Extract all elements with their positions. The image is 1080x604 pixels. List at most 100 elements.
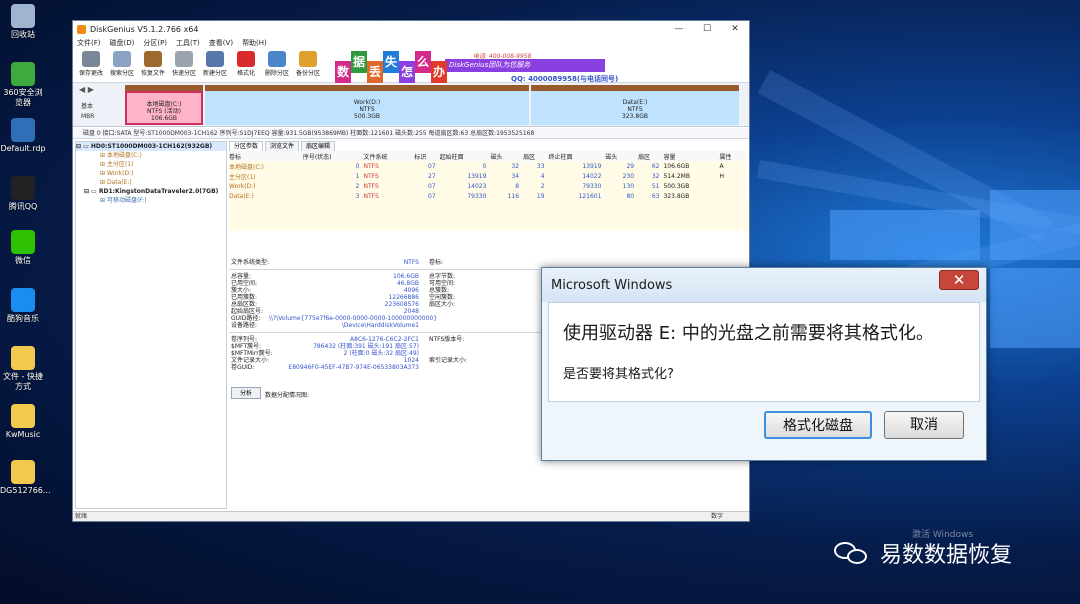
fs-info-v: 4096 (403, 287, 419, 294)
watermark-text: 易数数据恢复 (880, 543, 1013, 568)
table-row[interactable]: 本地磁盘(C:) 0 NTFS 07 0 32 33 13919 29 62 106.6GB A (229, 161, 745, 171)
watermark: 易数数据恢复 (834, 537, 1012, 569)
partition-fs: NTFS (627, 106, 643, 113)
analyze-button[interactable]: 分析 (231, 387, 261, 399)
folder-icon (11, 404, 35, 428)
banner-char: 据 (351, 51, 367, 73)
remote-desktop-icon (11, 118, 35, 142)
wechat-icon (11, 230, 35, 254)
quick-partition-icon (175, 51, 193, 67)
dialog-title: Microsoft Windows (551, 278, 673, 293)
partition-block-d[interactable]: Work(D:) NTFS 500.3GB (205, 85, 529, 125)
desktop-icon[interactable]: 回收站 (0, 4, 46, 40)
table-cell: 323.8GB (663, 192, 690, 200)
partition-block-c[interactable]: 本地磁盘(C:) NTFS (活动) 106.6GB (125, 85, 203, 125)
table-header[interactable]: 属性 (719, 151, 745, 161)
banner-char: 怎 (399, 61, 415, 83)
partition-block-e[interactable]: Data(E:) NTFS 323.8GB (531, 85, 739, 125)
table-header[interactable]: 卷标 (229, 151, 303, 161)
table-header[interactable]: 文件系统 (363, 151, 415, 161)
desktop-icon[interactable]: Default.rdp (0, 118, 46, 154)
table-cell: 3 (355, 192, 360, 200)
cancel-button[interactable]: 取消 (884, 411, 964, 439)
banner-char: 丢 (367, 61, 383, 83)
tree-disk-1[interactable]: ⊟ ▭ RD1:KingstonDataTraveler2.0(7GB) (76, 187, 226, 196)
numlock-indicator: 数字 (710, 513, 723, 520)
toolbar-button[interactable]: 快速分区 (170, 49, 198, 77)
fs-info-k2: 索引记录大小: (429, 357, 468, 364)
toolbar-button[interactable]: 备份分区 (294, 49, 322, 77)
table-header[interactable]: 扇区 (638, 151, 664, 161)
menu-disk[interactable]: 磁盘(D) (110, 38, 135, 48)
desktop-icon-label: Default.rdp (0, 144, 46, 153)
table-cell: 29 (626, 162, 635, 170)
tree-partition[interactable]: ⊞ 本地磁盘(C:) (76, 151, 226, 160)
tree-partition[interactable]: ⊞ 主分区(1) (76, 160, 226, 169)
folder-icon (11, 460, 35, 484)
menu-tools[interactable]: 工具(T) (176, 38, 200, 48)
desktop-icon[interactable]: 文件 - 快捷方式 (0, 346, 46, 392)
toolbar-button[interactable]: 恢复文件 (139, 49, 167, 77)
close-button[interactable]: ✕ (721, 24, 749, 34)
table-header[interactable]: 序号(状态) (302, 151, 364, 161)
ad-banner[interactable]: DiskGenius团队为您服务 电话: 400-008-9958 QQ: 40… (335, 51, 618, 87)
tab-partition-params[interactable]: 分区参数 (229, 141, 264, 151)
table-header[interactable]: 磁头 (490, 151, 524, 161)
table-header[interactable]: 起始柱面 (439, 151, 491, 161)
dialog-close-button[interactable]: ✕ (939, 270, 979, 290)
partition-size: 500.3GB (354, 113, 380, 120)
desktop-icon[interactable]: KwMusic (0, 404, 46, 440)
fs-type-value: NTFS (403, 259, 419, 266)
table-header[interactable]: 扇区 (523, 151, 549, 161)
fs-info-k: 卷序列号: (231, 336, 258, 343)
menu-view[interactable]: 查看(V) (209, 38, 233, 48)
tree-partition[interactable]: ⊞ 可移动磁盘(F:) (76, 196, 226, 205)
desktop-icon[interactable]: 微信 (0, 230, 46, 266)
tree-partition[interactable]: ⊞ Work(D:) (76, 169, 226, 178)
desktop-icon[interactable]: 腾讯QQ (0, 176, 46, 212)
table-cell: 230 (622, 172, 635, 180)
maximize-button[interactable]: ☐ (693, 24, 721, 34)
partition-size: 323.8GB (622, 113, 648, 120)
table-cell: 121601 (578, 192, 602, 200)
tab-browse-files[interactable]: 浏览文件 (265, 141, 300, 151)
desktop-icon[interactable]: 酷狗音乐 (0, 288, 46, 324)
table-row[interactable]: Work(D:) 2 NTFS 07 14023 8 2 79330 130 51 500.3GB (229, 181, 745, 191)
tab-sector-edit[interactable]: 扇区编辑 (301, 141, 336, 151)
table-header[interactable]: 容量 (663, 151, 720, 161)
partition-name: Work(D:) (353, 99, 381, 106)
title-bar: DiskGenius V5.1.2.766 x64 — ☐ ✕ (73, 21, 749, 37)
toolbar-button[interactable]: 删除分区 (263, 49, 291, 77)
fs-info-k2: NTFS版本号: (429, 336, 465, 343)
toolbar-button[interactable]: 保存更改 (77, 49, 105, 77)
tree-disk-0[interactable]: ⊟ ▭ HD0:ST1000DM003-1CH162(932GB) (76, 142, 226, 151)
toolbar-button[interactable]: 格式化 (232, 49, 260, 77)
desktop-icon-label: 腾讯QQ (8, 202, 38, 211)
fs-info-k: $MFT簇号: (231, 343, 262, 350)
menu-partition[interactable]: 分区(P) (143, 38, 167, 48)
table-header[interactable]: 终止柱面 (548, 151, 606, 161)
disk-nav-arrows[interactable]: ◀ ▶ (79, 85, 94, 94)
table-empty-area (229, 201, 749, 231)
data-allocation-label: 数据分配情况图: (265, 392, 310, 399)
banner-char: 么 (415, 51, 431, 73)
menu-help[interactable]: 帮助(H) (242, 38, 267, 48)
table-header[interactable]: 磁头 (605, 151, 639, 161)
desktop-icon[interactable]: 360安全浏览器 (0, 62, 46, 108)
desktop-icon[interactable]: DG512766... (0, 460, 51, 496)
table-cell: NTFS (363, 192, 379, 200)
toolbar-button[interactable]: 新建分区 (201, 49, 229, 77)
fs-info-k: 已用空间: (231, 280, 258, 287)
table-row[interactable]: Data(E:) 3 NTFS 07 79330 116 19 121601 80 63 323.8… (229, 191, 745, 201)
toolbar-button[interactable]: 搜索分区 (108, 49, 136, 77)
format-disk-button[interactable]: 格式化磁盘 (764, 411, 872, 439)
tree-partition[interactable]: ⊞ Data(E:) (76, 178, 226, 187)
table-cell (719, 181, 745, 191)
minimize-button[interactable]: — (665, 24, 693, 34)
menu-file[interactable]: 文件(F) (77, 38, 101, 48)
fs-info-k: $MFTMirr簇号: (231, 350, 273, 357)
table-row[interactable]: 主分区(1) 1 NTFS 27 13919 34 4 14022 230 32 514.2MB H (229, 171, 745, 181)
table-header[interactable]: 标识 (414, 151, 440, 161)
wechat-logo-icon (834, 540, 870, 566)
table-cell: 33 (536, 162, 545, 170)
